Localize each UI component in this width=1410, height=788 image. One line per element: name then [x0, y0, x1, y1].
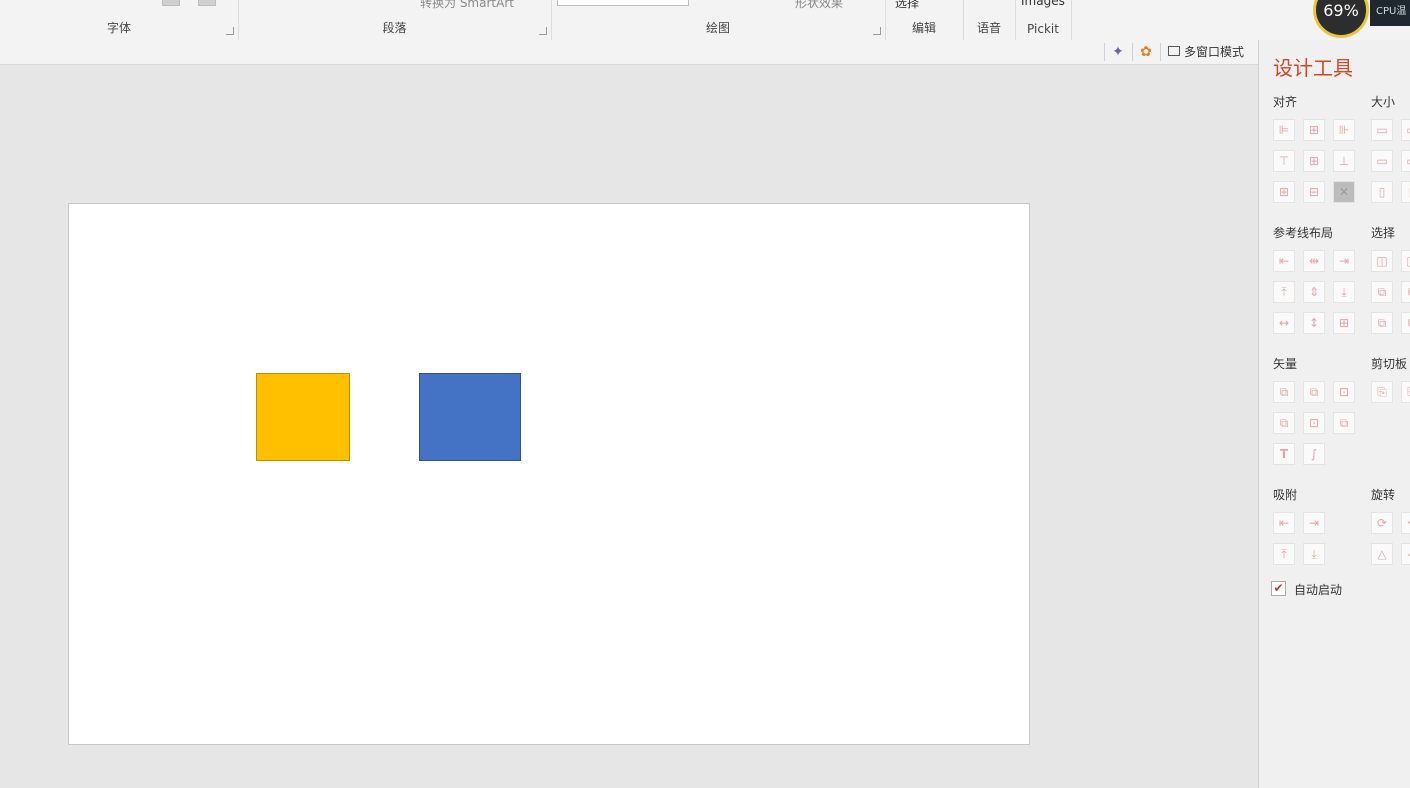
- divider: [1132, 43, 1133, 61]
- select-button[interactable]: 选择: [895, 0, 919, 11]
- divider: [1160, 43, 1161, 61]
- section-rotate: 旋转: [1371, 488, 1396, 502]
- edit-points-icon[interactable]: ∫: [1303, 443, 1325, 465]
- group-label-voice: 语音: [976, 21, 1001, 35]
- snap-bottom-icon[interactable]: ⤓: [1303, 543, 1325, 565]
- fit-size-icon[interactable]: ▯: [1401, 181, 1410, 203]
- select-same-fill-icon[interactable]: ⧉: [1371, 281, 1393, 303]
- select-invert-icon[interactable]: ⧉: [1371, 312, 1393, 334]
- design-tools-pane: 设计工具 对齐 大小 ⊫ ⊞ ⊪ ⊤ ⊞ ⊥ ⊞ ⊟ ✕ ▭ ▭ ▭ ▭ ▯ ▯…: [1258, 40, 1410, 788]
- select-all-icon[interactable]: ◫: [1371, 250, 1393, 272]
- ribbon-cut-button[interactable]: [198, 0, 216, 6]
- ribbon-group-pickit: Images Pickit: [1015, 0, 1072, 40]
- yellow-rectangle[interactable]: [256, 373, 350, 461]
- snap-top-icon[interactable]: ⤒: [1273, 543, 1295, 565]
- guide-width-icon[interactable]: ↔: [1273, 312, 1295, 334]
- union-icon[interactable]: ⧉: [1273, 381, 1295, 403]
- subtract-icon[interactable]: ⊡: [1303, 412, 1325, 434]
- select-same-line-icon[interactable]: ⧉: [1401, 281, 1410, 303]
- section-clipboard: 剪切板: [1371, 357, 1408, 371]
- select-similar-icon[interactable]: ◫: [1401, 250, 1410, 272]
- ribbon-group-edit: 选择 编辑: [885, 0, 964, 40]
- guide-center-icon[interactable]: ⇹: [1303, 250, 1325, 272]
- auto-start-checkbox[interactable]: ✔: [1271, 581, 1286, 596]
- ribbon-group-drawing: 形状效果 绘图: [551, 0, 886, 40]
- paste-icon[interactable]: ⎘: [1401, 381, 1410, 403]
- ribbon-group-paragraph: 转换为 SmartArt 段落: [238, 0, 552, 40]
- guide-right-icon[interactable]: ⇥: [1333, 250, 1355, 272]
- guide-top-icon[interactable]: ⤒: [1273, 281, 1295, 303]
- section-select: 选择: [1371, 226, 1396, 240]
- images-button[interactable]: Images: [1021, 0, 1065, 8]
- group-label-drawing: 绘图: [705, 21, 730, 35]
- align-top-icon[interactable]: ⊤: [1273, 150, 1295, 172]
- multi-window-label: 多窗口模式: [1184, 45, 1245, 59]
- cpu-value: 69%: [1323, 1, 1359, 20]
- magic-wand-icon[interactable]: ✦: [1108, 42, 1128, 62]
- same-width-icon[interactable]: ▭: [1371, 119, 1393, 141]
- group-label-font: 字体: [106, 21, 131, 35]
- ribbon: 字体 转换为 SmartArt 段落 形状效果 绘图 选择 编辑 语音 Imag…: [0, 0, 1410, 41]
- text-to-shape-icon[interactable]: T: [1273, 443, 1295, 465]
- guide-left-icon[interactable]: ⇤: [1273, 250, 1295, 272]
- ribbon-cut-button[interactable]: [162, 0, 180, 6]
- same-height-icon[interactable]: ▭: [1401, 119, 1410, 141]
- combine-icon[interactable]: ⧉: [1303, 381, 1325, 403]
- section-guides: 参考线布局: [1273, 226, 1334, 240]
- blue-rectangle[interactable]: [419, 373, 521, 461]
- copy-icon[interactable]: ⎘: [1371, 381, 1393, 403]
- section-vector: 矢量: [1273, 357, 1298, 371]
- exclude-icon[interactable]: ⧉: [1333, 412, 1355, 434]
- dialog-launcher-icon[interactable]: [226, 27, 234, 35]
- align-left-icon[interactable]: ⊫: [1273, 119, 1295, 141]
- rotate-icon[interactable]: ⟳: [1371, 512, 1393, 534]
- align-right-icon[interactable]: ⊪: [1333, 119, 1355, 141]
- windows-icon: [1168, 46, 1180, 56]
- align-center-icon[interactable]: ⊞: [1303, 119, 1325, 141]
- group-label-paragraph: 段落: [382, 21, 407, 35]
- rotate-icon[interactable]: ⟲: [1401, 512, 1410, 534]
- align-middle-icon[interactable]: ⊞: [1303, 150, 1325, 172]
- ribbon-group-voice: 语音: [963, 0, 1016, 40]
- guide-grid-icon[interactable]: ⊞: [1333, 312, 1355, 334]
- guide-height-icon[interactable]: ↕: [1303, 312, 1325, 334]
- fragment-icon[interactable]: ⊡: [1333, 381, 1355, 403]
- convert-smartart-button[interactable]: 转换为 SmartArt: [420, 0, 514, 11]
- ribbon-group-font: 字体: [0, 0, 239, 40]
- gear-icon[interactable]: ✿: [1136, 42, 1156, 62]
- guide-middle-icon[interactable]: ⇕: [1303, 281, 1325, 303]
- quick-toolbar: ✦ ✿ 多窗口模式: [0, 40, 1258, 65]
- auto-start-label: 自动启动: [1294, 583, 1343, 597]
- shape-gallery[interactable]: [557, 0, 689, 6]
- guide-bottom-icon[interactable]: ⤓: [1333, 281, 1355, 303]
- group-label-edit: 编辑: [911, 21, 936, 35]
- distribute-grid-icon[interactable]: ✕: [1333, 181, 1355, 203]
- divider: [1104, 43, 1105, 61]
- section-size: 大小: [1371, 95, 1396, 109]
- section-align: 对齐: [1273, 95, 1298, 109]
- group-label-pickit: Pickit: [1027, 22, 1059, 36]
- distribute-horizontal-icon[interactable]: ⊞: [1273, 181, 1295, 203]
- snap-left-icon[interactable]: ⇤: [1273, 512, 1295, 534]
- distribute-vertical-icon[interactable]: ⊟: [1303, 181, 1325, 203]
- slide-canvas[interactable]: [68, 203, 1030, 745]
- snap-right-icon[interactable]: ⇥: [1303, 512, 1325, 534]
- flip-icon[interactable]: △: [1371, 543, 1393, 565]
- section-snap: 吸附: [1273, 488, 1298, 502]
- select-none-icon[interactable]: ⧉: [1401, 312, 1410, 334]
- shape-effects-button[interactable]: 形状效果: [795, 0, 843, 11]
- dialog-launcher-icon[interactable]: [539, 27, 547, 35]
- pane-title: 设计工具: [1273, 56, 1353, 80]
- intersect-icon[interactable]: ⧉: [1273, 412, 1295, 434]
- fit-size-icon[interactable]: ▯: [1371, 181, 1393, 203]
- align-bottom-icon[interactable]: ⊥: [1333, 150, 1355, 172]
- dialog-launcher-icon[interactable]: [873, 27, 881, 35]
- cpu-label: CPU温: [1370, 0, 1410, 26]
- resize-icon[interactable]: ▭: [1401, 150, 1410, 172]
- flip-icon[interactable]: ◁: [1401, 543, 1410, 565]
- multi-window-button[interactable]: 多窗口模式: [1168, 43, 1244, 60]
- same-size-icon[interactable]: ▭: [1371, 150, 1393, 172]
